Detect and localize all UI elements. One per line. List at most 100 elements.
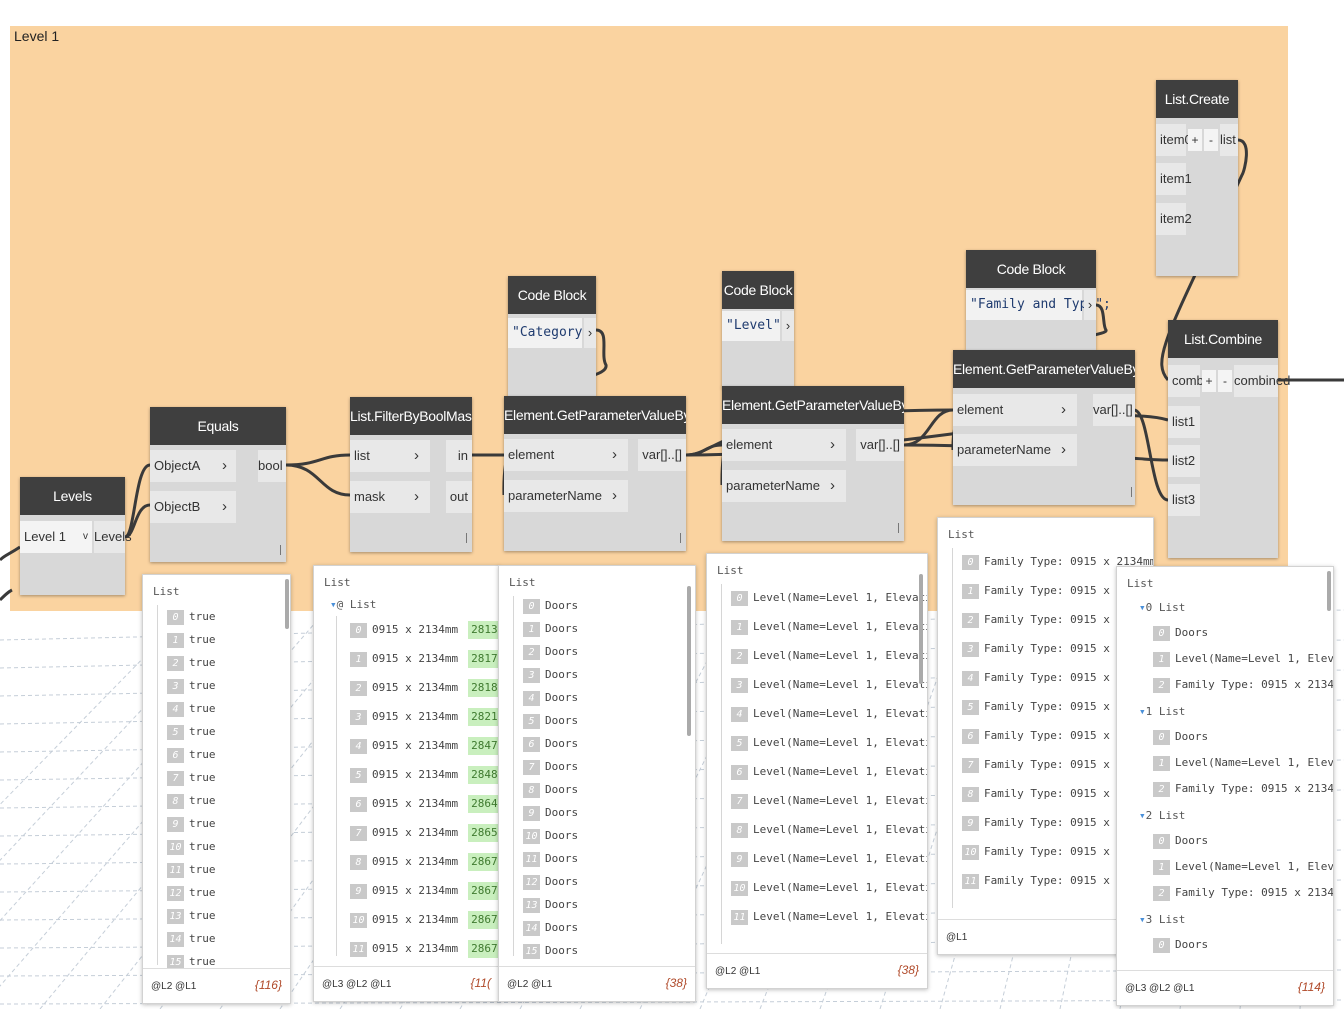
output-port[interactable]: › [1084,290,1096,320]
node-title[interactable]: Code Block [966,250,1096,288]
node-title[interactable]: Equals [150,407,286,445]
expand-arrow-icon[interactable]: ▾ [1139,913,1146,926]
preview-sublist[interactable]: ▾0 List [1139,601,1185,614]
code-text[interactable]: "Level"; [722,311,789,341]
resize-grip[interactable] [898,523,899,533]
output-port-var[interactable]: var[]..[] [638,439,686,471]
resize-grip[interactable] [680,533,681,543]
code-block-node[interactable]: Code Block "Category"; › [508,276,598,396]
remove-input-button[interactable]: - [1204,129,1218,151]
element-id-badge[interactable]: 281743 [468,650,499,668]
node-title[interactable]: Code Block [722,271,794,309]
preview-sublist[interactable]: ▾3 List [1139,913,1185,926]
node-title[interactable]: Code Block [508,276,596,314]
input-port-list3[interactable]: list3 [1168,484,1200,516]
input-port-item0[interactable]: item0 [1156,124,1192,156]
preview-row: 1 0915 x 2134mm 281743 [350,649,499,669]
element-id-badge[interactable]: 284790 [468,737,499,755]
row-index: 1 [731,619,748,635]
code-block-node[interactable]: Code Block "Family and Type"; › [966,250,1111,350]
node-title[interactable]: Element.GetParameterValueByName [504,396,686,434]
preview-row: 13 true [167,906,216,926]
element-id-badge[interactable]: 286783 [468,882,499,900]
node-title[interactable]: Element.GetParameterValueByName [722,386,904,424]
getparametervaluebyname-node[interactable]: Element.GetParameterValueByName element … [953,350,1135,505]
input-port-parametername[interactable]: parameterName › [504,480,628,512]
input-port-item1[interactable]: item1 [1156,163,1192,195]
output-port-levels[interactable]: Levels [94,521,132,553]
input-port-parametername[interactable]: parameterName › [722,470,846,502]
input-port-element[interactable]: element › [722,429,846,461]
row-index: 10 [523,828,540,844]
preview-sublist[interactable]: ▾1 List [1139,705,1185,718]
output-port-combined[interactable]: combined [1234,365,1290,397]
expand-arrow-icon[interactable]: ▾ [330,598,337,611]
input-port-element[interactable]: element › [504,439,628,471]
code-block-node[interactable]: Code Block "Level"; › [722,271,794,388]
group-title[interactable]: Level 1 [14,28,59,44]
list-create-node[interactable]: List.Create item0 + - list item1 item2 [1156,80,1238,276]
output-port-list[interactable]: list [1220,124,1238,156]
list-combine-node[interactable]: List.Combine comb + - combined list1 lis… [1168,320,1290,558]
input-port-item2[interactable]: item2 [1156,203,1192,235]
input-port-list2[interactable]: list2 [1168,445,1200,477]
getparametervaluebyname-node[interactable]: Element.GetParameterValueByName element … [504,396,686,551]
output-port-in[interactable]: in [446,440,472,472]
remove-input-button[interactable]: - [1218,370,1232,392]
node-title[interactable]: List.Combine [1168,320,1278,358]
code-text[interactable]: "Family and Type"; [966,290,1111,320]
input-port-element[interactable]: element › [953,394,1077,426]
output-port-bool[interactable]: bool [258,450,286,482]
element-id-badge[interactable]: 284850 [468,766,499,784]
element-id-badge[interactable]: 286782 [468,853,499,871]
getparametervaluebyname-node[interactable]: Element.GetParameterValueByName element … [722,386,904,541]
expand-arrow-icon[interactable]: ▾ [1139,601,1146,614]
levels-dropdown[interactable]: Level 1 v [20,521,92,553]
input-port-objecta[interactable]: ObjectA › [150,450,236,482]
input-port-comb[interactable]: comb [1168,365,1204,397]
preview-bubble-combine[interactable]: List ▾0 List 0 Doors 1 Level(Name=Level 1, E… [1116,566,1334,1006]
filterbyboolmask-node[interactable]: List.FilterByBoolMask list › mask › in o… [350,397,472,552]
preview-bubble-level[interactable]: List 0Level(Name=Level 1, Elevation=0)1L… [706,553,928,989]
output-port[interactable]: › [584,318,596,348]
input-port-list[interactable]: list › [350,440,430,472]
equals-node[interactable]: Equals ObjectA › ObjectB › bool [150,407,286,562]
levels-node[interactable]: Levels Level 1 v Levels [20,477,132,595]
preview-bubble-category[interactable]: List 0 Doors 1 Doors 2 Doors 3 Doors 4 Doors 5 Door… [498,565,696,1002]
element-id-badge[interactable]: 281315 [468,621,499,639]
expand-arrow-icon[interactable]: ▾ [1139,809,1146,822]
scrollbar[interactable] [1327,571,1331,611]
element-id-badge[interactable]: 281874 [468,679,499,697]
preview-sublist[interactable]: ▾2 List [1139,809,1185,822]
input-port-objectb[interactable]: ObjectB › [150,491,236,523]
node-title[interactable]: Levels [20,477,125,515]
resize-grip[interactable] [1131,487,1132,497]
preview-bubble-filter[interactable]: List ▾@ List 0 0915 x 2134mm 281315 1 0915 x… [313,565,500,1002]
element-id-badge[interactable]: 286791 [468,940,499,958]
preview-bubble-equals[interactable]: List 0 true 1 true 2 true 3 true 4 true 5 true 6 true… [142,574,291,1004]
dynamo-canvas[interactable]: Level 1 Levels Level 1 v Levels Equals O… [0,0,1344,1009]
output-port-var[interactable]: var[]..[] [856,429,904,461]
add-input-button[interactable]: + [1188,129,1202,151]
scrollbar[interactable] [687,586,691,736]
resize-grip[interactable] [466,533,467,543]
element-id-badge[interactable]: 286561 [468,824,499,842]
output-port[interactable]: › [782,311,794,341]
input-port-parametername[interactable]: parameterName › [953,434,1077,466]
element-id-badge[interactable]: 286790 [468,911,499,929]
node-title[interactable]: List.Create [1156,80,1238,118]
scrollbar[interactable] [285,579,289,629]
output-port-out[interactable]: out [446,481,472,513]
element-id-badge[interactable]: 282179 [468,708,499,726]
expand-arrow-icon[interactable]: ▾ [1139,705,1146,718]
input-port-mask[interactable]: mask › [350,481,430,513]
node-title[interactable]: List.FilterByBoolMask [350,397,472,435]
code-text[interactable]: "Category"; [508,318,598,348]
node-title[interactable]: Element.GetParameterValueByName [953,350,1135,388]
scrollbar[interactable] [919,574,923,684]
resize-grip[interactable] [280,545,281,555]
element-id-badge[interactable]: 286415 [468,795,499,813]
add-input-button[interactable]: + [1202,370,1216,392]
output-port-var[interactable]: var[]..[] [1093,394,1135,426]
input-port-list1[interactable]: list1 [1168,406,1200,438]
